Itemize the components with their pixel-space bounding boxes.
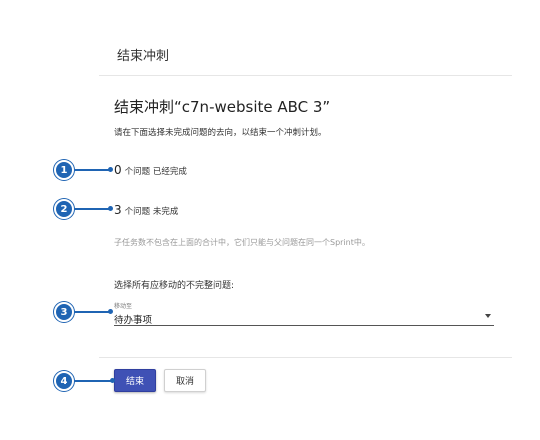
dialog-title: 结束冲刺	[117, 49, 170, 64]
dropdown-arrow-icon[interactable]	[485, 314, 491, 318]
callout-1-dot	[108, 167, 113, 172]
callout-1-leader	[74, 169, 110, 171]
callout-2-dot	[108, 206, 113, 211]
completed-label: 个问题 已经完成	[124, 167, 187, 177]
callout-2-leader	[74, 208, 110, 210]
callout-3-leader	[74, 311, 110, 313]
instruction-text: 请在下面选择未完成问题的去向，以结束一个冲刺计划。	[114, 128, 327, 138]
incomplete-label: 个问题 未完成	[124, 207, 179, 217]
move-to-select[interactable]: 移动至 待办事项	[114, 301, 494, 326]
move-to-value: 待办事项	[114, 315, 153, 326]
callout-4-leader	[74, 380, 114, 382]
move-prompt: 选择所有应移动的不完整问题:	[114, 281, 235, 291]
footer-divider	[99, 357, 512, 358]
header-divider	[99, 75, 512, 76]
callout-3-dot	[108, 309, 113, 314]
callout-4-dot	[110, 378, 115, 383]
sprint-heading: 结束冲刺“c7n-website ABC 3”	[114, 98, 331, 116]
completed-count: 0	[114, 163, 122, 177]
cancel-button[interactable]: 取消	[164, 369, 206, 392]
end-sprint-button[interactable]: 结束	[114, 369, 156, 392]
completed-issues-row: 0 个问题 已经完成	[114, 163, 187, 177]
subtask-note: 子任务数不包含在上面的合计中，它们只能与父问题在同一个Sprint中。	[114, 238, 370, 247]
end-sprint-page: 结束冲刺 结束冲刺“c7n-website ABC 3” 请在下面选择未完成问题…	[0, 0, 540, 440]
callout-3: 3	[54, 302, 74, 322]
incomplete-count: 3	[114, 203, 122, 217]
callout-2: 2	[54, 199, 74, 219]
move-to-label: 移动至	[114, 303, 133, 310]
incomplete-issues-row: 3 个问题 未完成	[114, 203, 178, 217]
callout-4: 4	[54, 371, 74, 391]
callout-1: 1	[54, 160, 74, 180]
